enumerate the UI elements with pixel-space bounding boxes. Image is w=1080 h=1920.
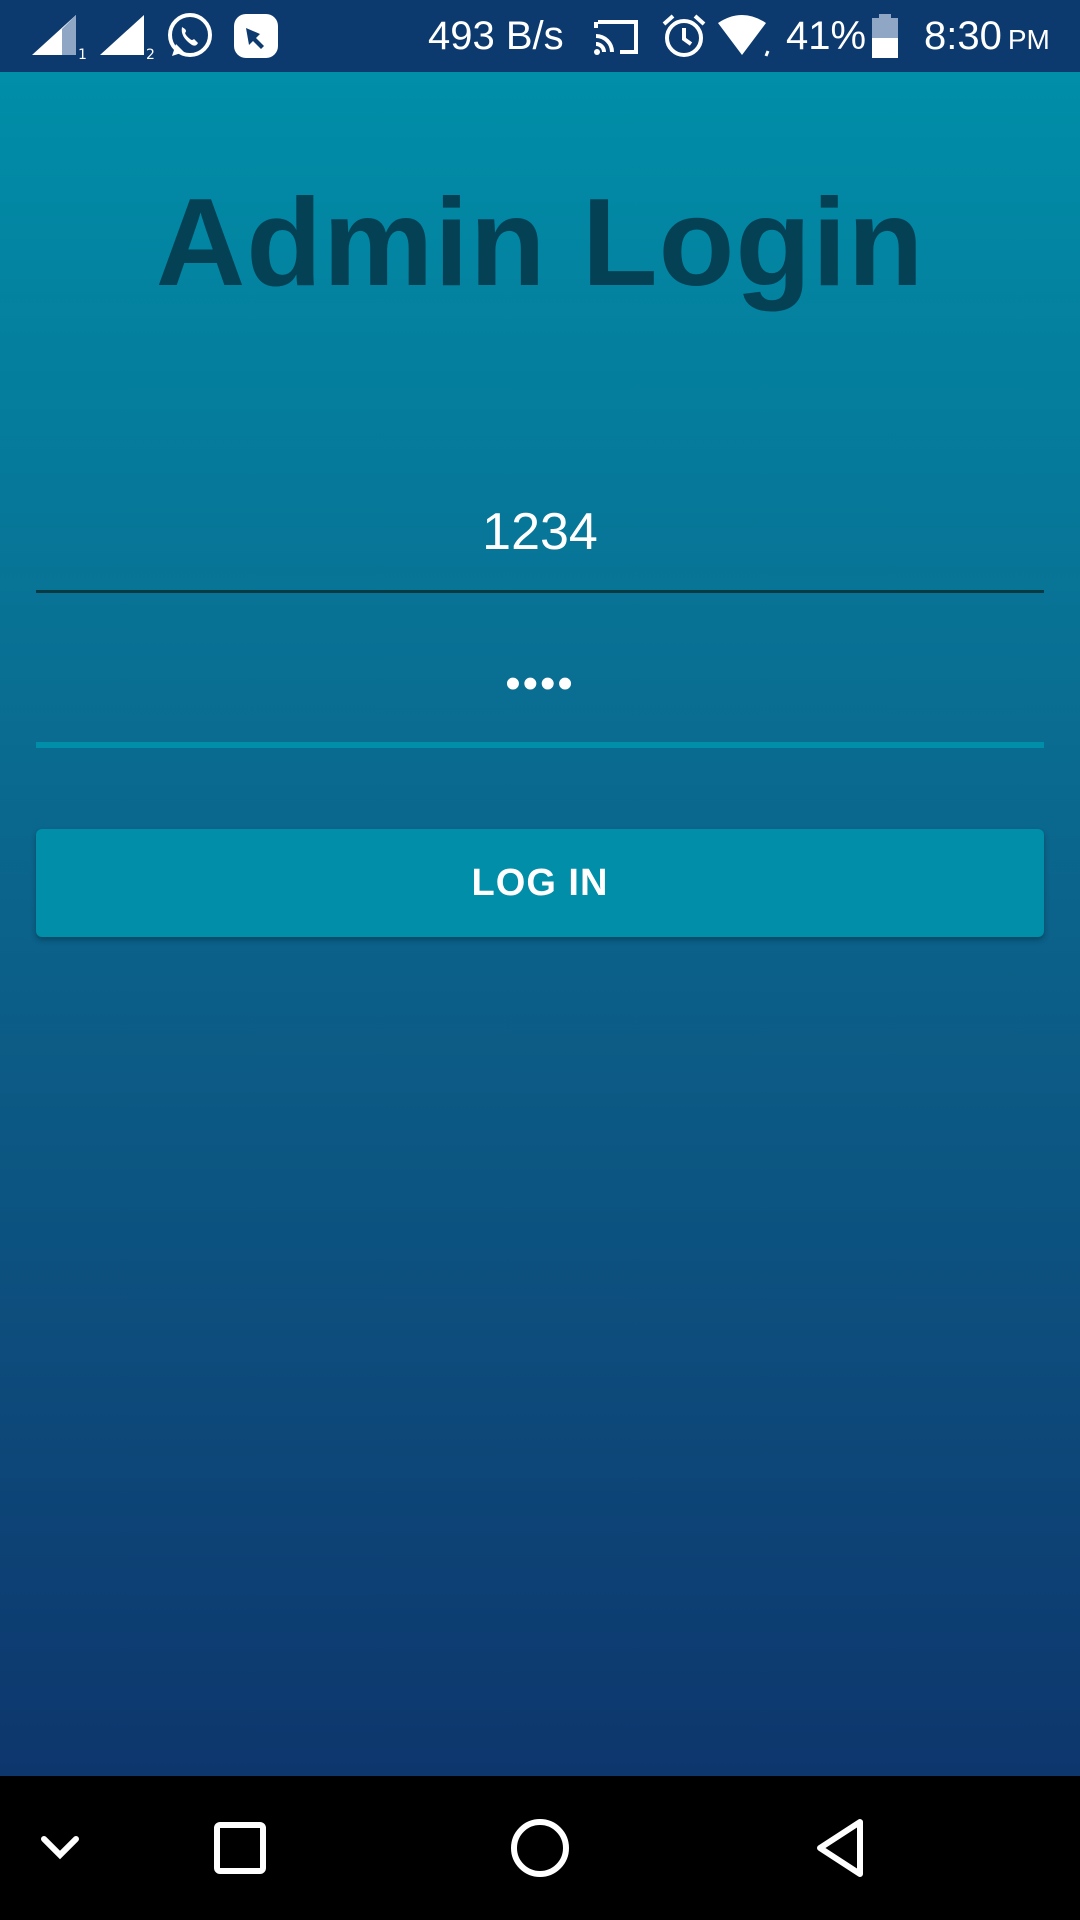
home-icon[interactable]: [500, 1776, 580, 1920]
username-field[interactable]: 1234: [36, 492, 1044, 593]
cast-icon: [592, 0, 642, 72]
alarm-icon: [660, 0, 708, 72]
password-input[interactable]: ••••: [36, 644, 1044, 724]
svg-text:2: 2: [146, 47, 154, 61]
svg-text:1: 1: [78, 47, 86, 61]
nav-bar: [0, 1776, 1080, 1920]
login-screen: Admin Login 1234 •••• LOG IN: [0, 72, 1080, 1776]
clock-ampm: PM: [1007, 24, 1050, 55]
password-field[interactable]: ••••: [36, 644, 1044, 748]
recents-icon[interactable]: [200, 1776, 280, 1920]
status-bar: 1 2 493 B/s 41% 8:30 PM: [0, 0, 1080, 72]
screen: 1 2 493 B/s 41% 8:30 PM Admin Login 1234…: [0, 0, 1080, 1920]
net-speed: 493 B/s: [428, 13, 564, 58]
back-icon[interactable]: [800, 1776, 880, 1920]
whatsapp-icon: [164, 0, 216, 72]
signal-sim2-icon: 2: [96, 0, 154, 72]
username-input[interactable]: 1234: [36, 492, 1044, 572]
signal-sim1-icon: 1: [28, 0, 86, 72]
app-notification-icon: [232, 0, 280, 72]
username-underline: [36, 590, 1044, 593]
password-underline: [36, 742, 1044, 748]
wifi-icon: [716, 0, 772, 72]
battery-percent: 41%: [786, 13, 867, 58]
clock: 8:30 PM: [924, 0, 1050, 72]
page-title: Admin Login: [155, 174, 925, 312]
login-button[interactable]: LOG IN: [36, 829, 1044, 937]
notification-collapse-icon[interactable]: [20, 1776, 100, 1920]
battery-icon: [870, 0, 900, 72]
clock-time: 8:30: [924, 13, 1002, 58]
